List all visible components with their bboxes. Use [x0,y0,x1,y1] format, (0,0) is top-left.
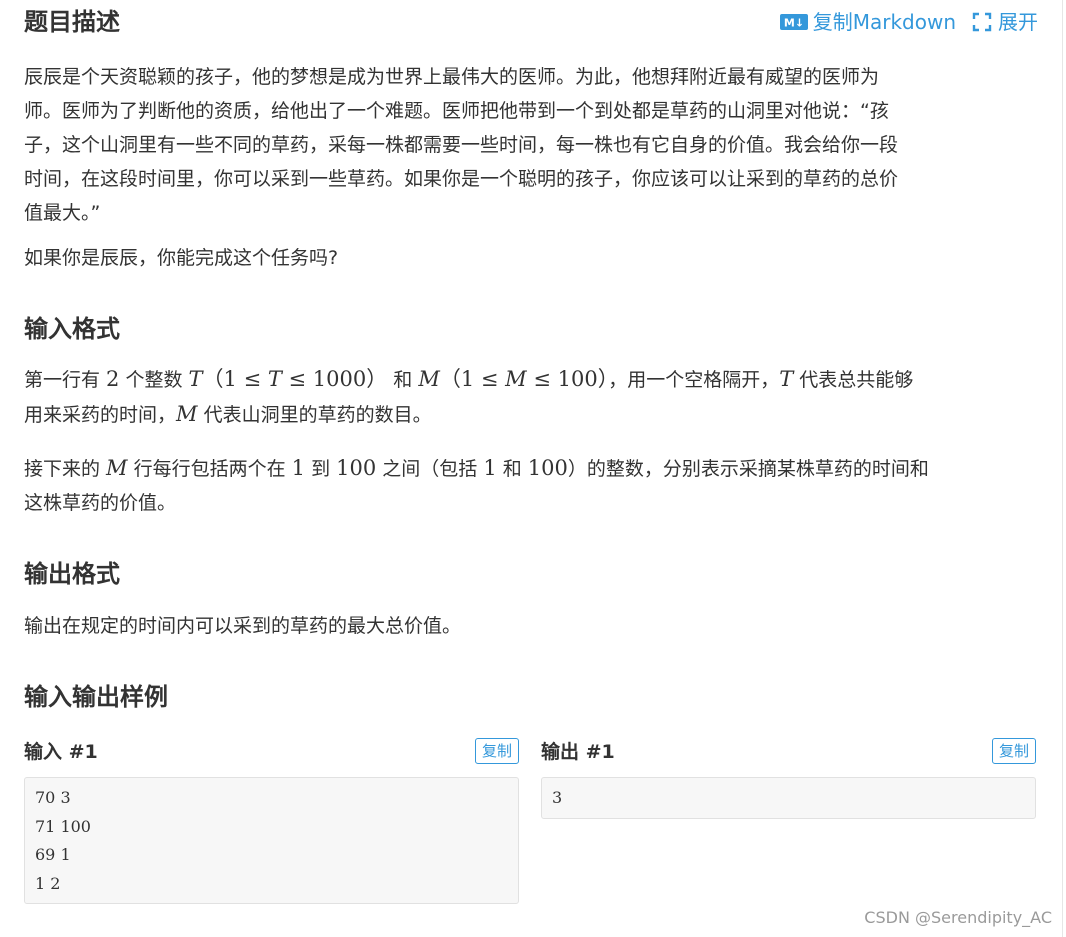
sample-input-label: 输入 #1 [24,741,98,763]
text-fragment: 接下来的 [24,458,107,480]
text-fragment: 行每行包括两个在 [127,458,292,480]
sample-input-column: 输入 #1 复制 70 3 71 100 69 1 1 2 [24,729,519,904]
description-line-2: 师。医师为了判断他的资质，给他出了一个难题。医师把他带到一个到处都是草药的山洞里… [24,100,889,122]
description-title: 题目描述 [24,8,120,36]
text-fragment: 和 [496,458,528,480]
text-fragment: ，用一个空格隔开， [608,369,780,391]
math-range: （1 ≤ [202,367,268,391]
text-fragment: 到 [305,458,337,480]
text-fragment: 第一行有 [24,369,107,391]
output-format-title: 输出格式 [24,560,120,588]
expand-label: 展开 [998,10,1038,34]
sample-input-line: 71 100 [35,816,91,836]
output-format-text: 输出在规定的时间内可以采到的草药的最大总价值。 [24,615,462,637]
math-number: 1 [483,456,497,480]
input-format-body: 第一行有 2 个整数 T（1 ≤ T ≤ 1000） 和 M（1 ≤ M ≤ 1… [24,362,1038,520]
sample-output-box[interactable]: 3 [541,777,1036,819]
problem-page: 题目描述 M↓ 复制Markdown 展开 辰辰是个天资聪颖的孩子，他的梦想是成… [24,0,1038,909]
description-body: 辰辰是个天资聪颖的孩子，他的梦想是成为世界上最伟大的医师。为此，他想拜附近最有威… [24,60,1038,275]
sample-output-line: 3 [552,788,563,807]
description-header: 题目描述 M↓ 复制Markdown 展开 [24,0,1038,44]
text-fragment: 之间（包括 [376,458,484,480]
expand-icon [972,12,992,32]
text-fragment: 代表总共能够 [793,369,914,391]
math-var-t: T [188,367,203,391]
copy-markdown-label: 复制Markdown [812,10,956,34]
text-fragment: 这株草药的价值。 [24,492,177,514]
sample-input-box[interactable]: 70 3 71 100 69 1 1 2 [24,777,519,904]
sample-input-line: 70 3 [35,788,71,807]
description-line-5: 值最大。” [24,202,101,224]
description-paragraph: 辰辰是个天资聪颖的孩子，他的梦想是成为世界上最伟大的医师。为此，他想拜附近最有威… [24,60,1038,230]
markdown-badge-text: M↓ [784,17,804,30]
math-number: 1 [291,456,306,480]
sample-input-line: 69 1 [35,845,71,864]
expand-button[interactable]: 展开 [956,8,1038,36]
copy-markdown-button[interactable]: M↓ 复制Markdown [779,8,956,36]
text-fragment: 和 [387,369,419,391]
samples-area: 输入 #1 复制 70 3 71 100 69 1 1 2 输出 #1 复制 3 [24,729,1038,909]
sample-input-header: 输入 #1 复制 [24,729,519,769]
math-var-m: M [418,367,440,391]
math-number: 100 [336,456,377,480]
input-format-paragraph-1: 第一行有 2 个整数 T（1 ≤ T ≤ 1000） 和 M（1 ≤ M ≤ 1… [24,362,1038,432]
samples-title: 输入输出样例 [24,683,168,711]
input-format-title: 输入格式 [24,315,120,343]
math-var-t: T [267,367,282,391]
description-question: 如果你是辰辰，你能完成这个任务吗? [24,247,339,269]
sample-output-header: 输出 #1 复制 [541,729,1036,769]
math-number: 100 [527,456,568,480]
description-line-4: 时间，在这段时间里，你可以采到一些草药。如果你是一个聪明的孩子，你应该可以让采到… [24,168,899,190]
right-border-line [1062,0,1063,937]
copy-input-button[interactable]: 复制 [474,738,519,764]
sample-output-label: 输出 #1 [541,741,615,763]
math-var-m: M [176,402,198,426]
math-range: ≤ 1000） [281,367,388,391]
sample-input-line: 1 2 [35,873,61,893]
text-fragment: 代表山洞里的草药的数目。 [197,404,432,426]
math-range: ≤ 100） [526,367,609,391]
header-actions: M↓ 复制Markdown 展开 [779,8,1038,36]
math-var-t: T [779,367,794,391]
description-line-1: 辰辰是个天资聪颖的孩子，他的梦想是成为世界上最伟大的医师。为此，他想拜附近最有威… [24,66,880,88]
copy-output-button[interactable]: 复制 [991,738,1036,764]
text-fragment: ）的整数，分别表示采摘某株草药的时间和 [567,458,929,480]
sample-output-column: 输出 #1 复制 3 [541,729,1036,819]
math-var-m: M [106,456,128,480]
markdown-icon: M↓ [779,14,808,30]
math-range: （1 ≤ [439,367,506,391]
csdn-watermark: CSDN @Serendipity_AC [864,908,1052,927]
description-line-3: 子，这个山洞里有一些不同的草药，采每一株都需要一些时间，每一株也有它自身的价值。… [24,134,899,156]
text-fragment: 个整数 [119,369,189,391]
math-var-m: M [505,367,527,391]
input-format-paragraph-2: 接下来的 M 行每行包括两个在 1 到 100 之间（包括 1 和 100）的整… [24,451,1038,520]
text-fragment: 用来采药的时间， [24,404,177,426]
math-number: 2 [106,367,120,391]
